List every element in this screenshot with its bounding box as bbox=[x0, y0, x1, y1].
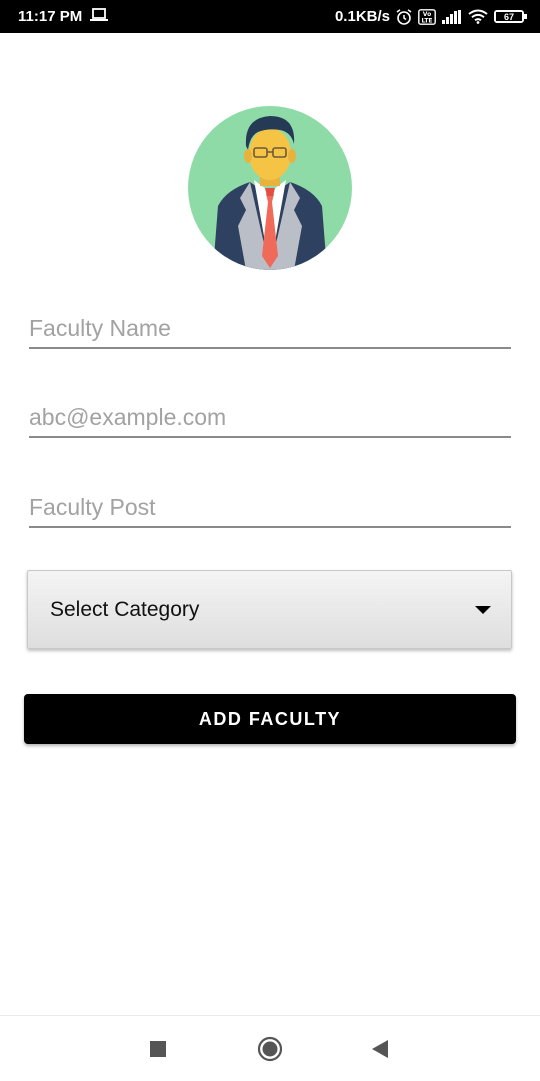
volte-icon: Vo LTE bbox=[418, 8, 436, 25]
businessman-avatar-icon bbox=[188, 106, 352, 270]
battery-level: 67 bbox=[496, 12, 522, 22]
home-circle-icon[interactable] bbox=[257, 1036, 283, 1062]
navigation-bar bbox=[0, 1015, 540, 1081]
status-bar: 11:17 PM 0.1KB/s Vo LTE 67 bbox=[0, 0, 540, 33]
status-time: 11:17 PM bbox=[18, 8, 83, 25]
recents-square-icon[interactable] bbox=[145, 1036, 171, 1062]
back-triangle-icon[interactable] bbox=[367, 1036, 393, 1062]
faculty-post-field[interactable] bbox=[29, 488, 511, 528]
add-faculty-button[interactable]: ADD FACULTY bbox=[24, 694, 516, 744]
alarm-icon bbox=[396, 8, 412, 25]
network-speed: 0.1KB/s bbox=[334, 8, 390, 25]
email-field[interactable] bbox=[29, 398, 511, 438]
email-input[interactable] bbox=[29, 398, 511, 436]
status-left: 11:17 PM bbox=[18, 7, 109, 26]
faculty-name-input[interactable] bbox=[29, 309, 511, 347]
category-select[interactable]: Select Category bbox=[27, 570, 512, 649]
svg-text:LTE: LTE bbox=[421, 17, 432, 24]
wifi-icon bbox=[468, 9, 488, 24]
battery-icon: 67 bbox=[494, 10, 527, 23]
status-right: 0.1KB/s Vo LTE 67 bbox=[334, 8, 527, 25]
category-select-label: Select Category bbox=[50, 597, 200, 621]
faculty-name-field[interactable] bbox=[29, 309, 511, 349]
faculty-post-input[interactable] bbox=[29, 488, 511, 526]
dropdown-arrow-icon bbox=[475, 605, 491, 614]
signal-icon bbox=[442, 9, 462, 24]
laptop-icon bbox=[90, 7, 109, 26]
